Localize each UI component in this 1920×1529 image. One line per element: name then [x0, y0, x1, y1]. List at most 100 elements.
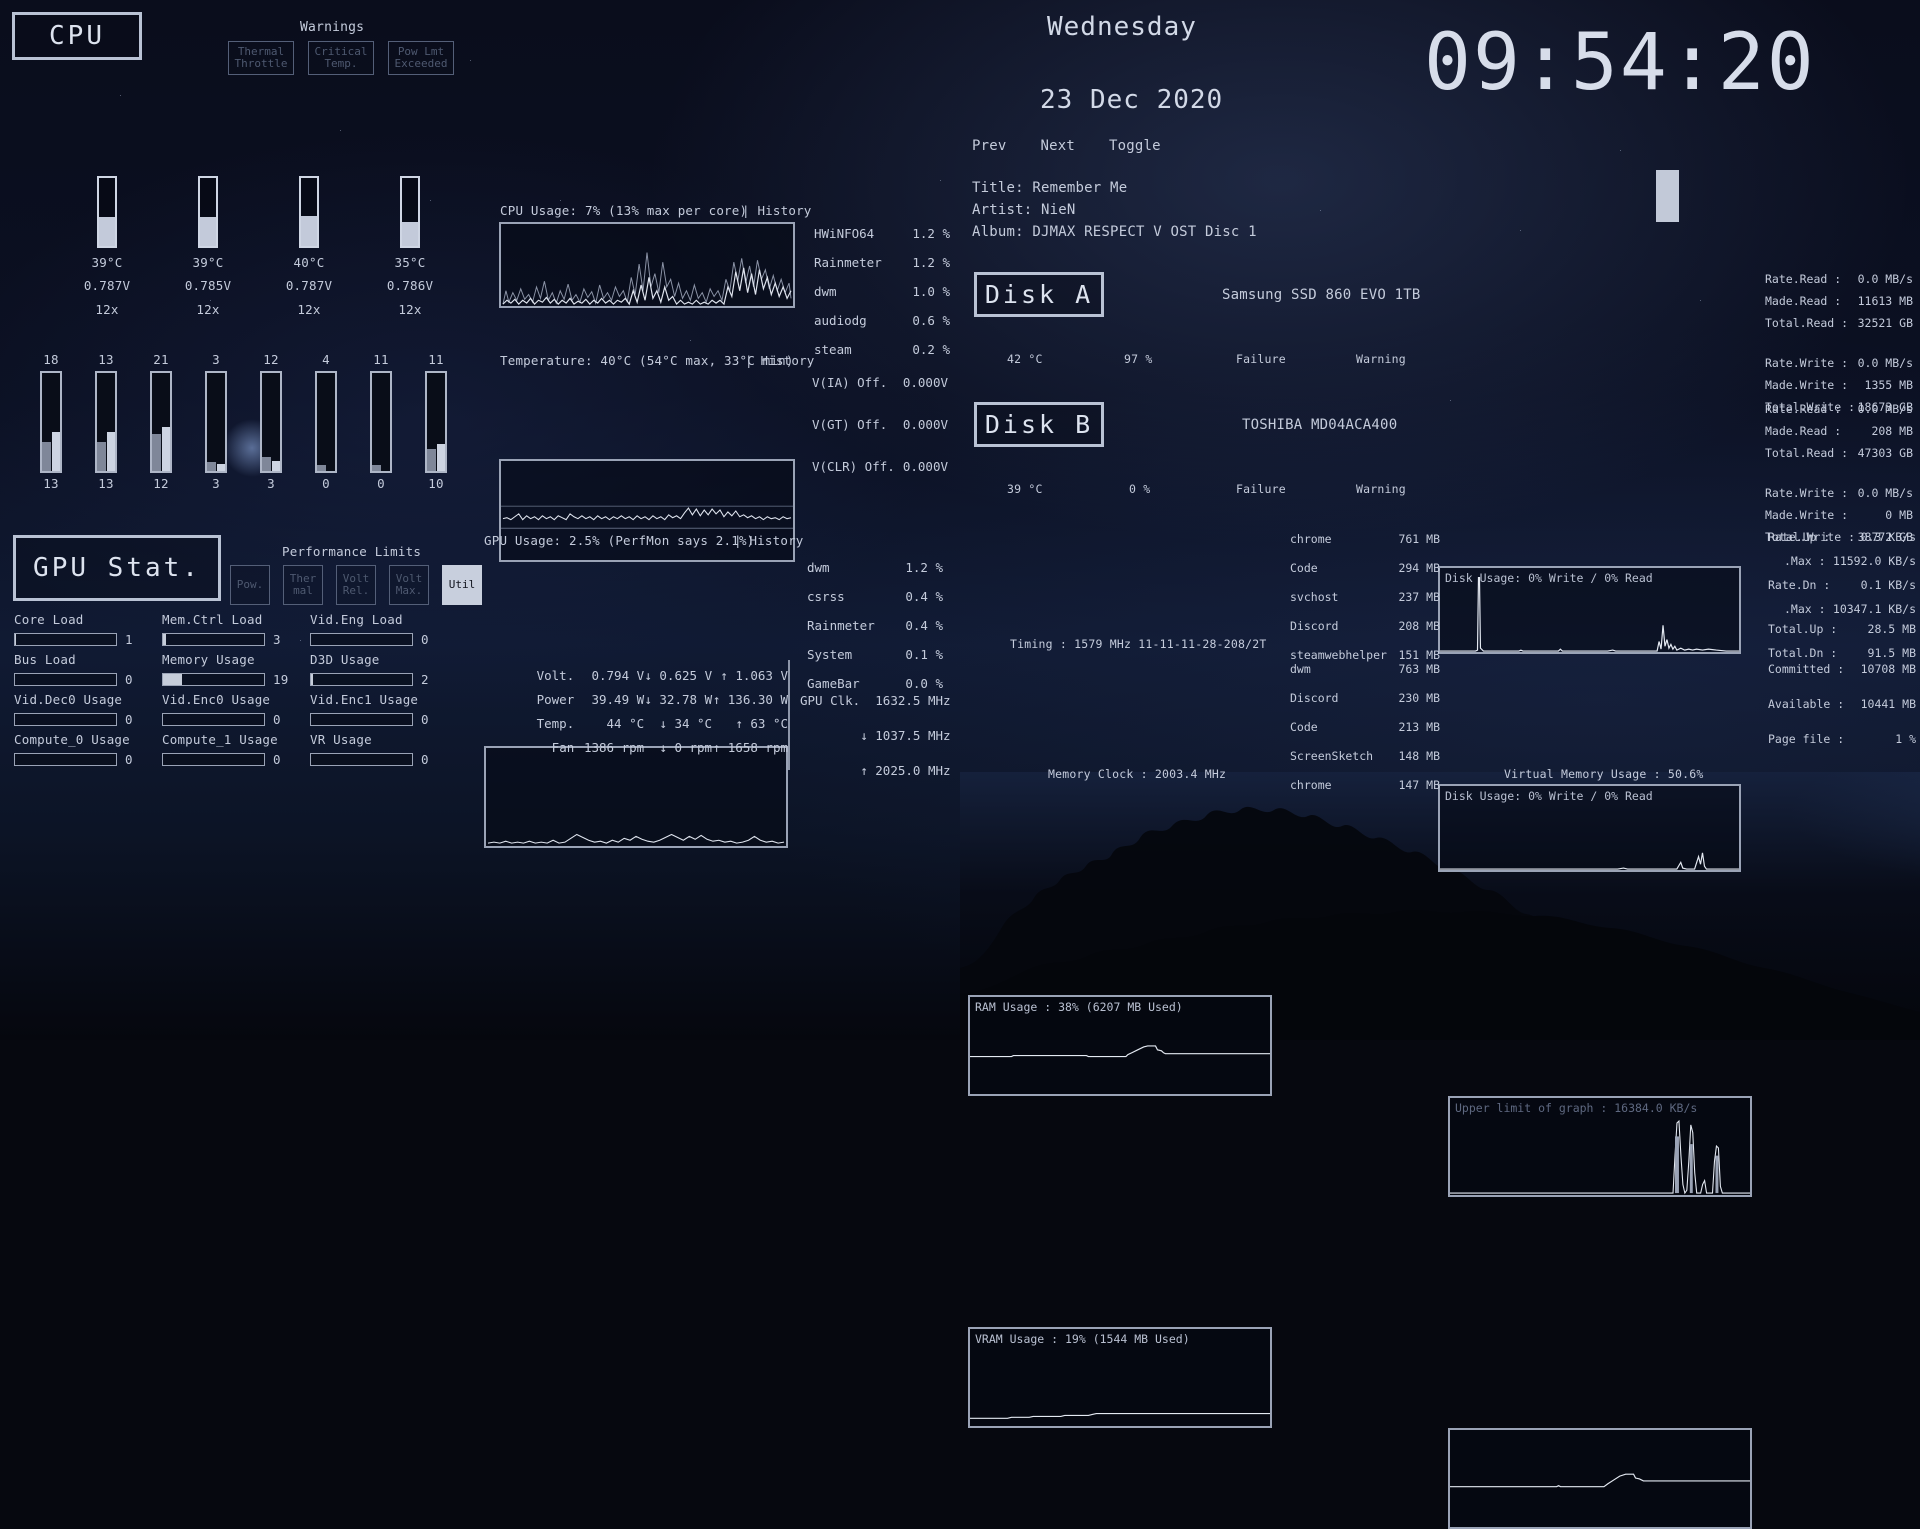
cpu-core-temp-gauge — [400, 176, 420, 248]
gpu-stat-label: Power — [536, 692, 575, 707]
ram-process-table: chrome 761 MB Code 294 MB svchost 237 MB Di… — [1290, 532, 1440, 671]
table-row: chrome 761 MB — [1290, 532, 1440, 561]
cpu-core-temp-item: 39°C 0.785V 12x — [153, 176, 263, 317]
cpu-warning-power-limit[interactable]: Pow Lmt Exceeded — [388, 41, 454, 75]
disk-a-usage-graph: Disk Usage: 0% Write / 0% Read — [1438, 566, 1741, 654]
disk-a-stat-label: Rate.Read : — [1765, 272, 1842, 286]
table-row: dwm 1.0 % — [814, 284, 950, 311]
ram-usage-graph: RAM Usage : 38% (6207 MB Used) — [968, 995, 1272, 1096]
network-stat-label: Rate.Up : — [1768, 530, 1831, 544]
gpu-meter-value: 0 — [125, 712, 133, 727]
disk-b-stat-label: Rate.Write : — [1765, 486, 1849, 500]
cpu-core-load-bottom-value: 10 — [428, 476, 444, 491]
table-row: Rainmeter 1.2 % — [814, 255, 950, 282]
gpu-meter-value: 0 — [125, 672, 133, 687]
cpu-core-temp-gauge — [97, 176, 117, 248]
table-row: Rate.Read : 0.0 MB/s — [1765, 272, 1913, 294]
cpu-core-load-gauge — [315, 371, 337, 473]
gpu-process-value: 0.4 % — [905, 618, 943, 633]
table-row: Total.Up : 28.5 MB — [1768, 622, 1916, 646]
cpu-core-voltage-value: 0.787V — [83, 278, 131, 293]
cpu-process-value: 1.0 % — [912, 284, 950, 299]
disk-b-warning-status: Warning — [1356, 482, 1406, 496]
gpu-perf-limit-power[interactable]: Pow. — [230, 565, 270, 605]
gpu-title-box: GPU Stat. — [13, 535, 221, 601]
gpu-meter-value: 0 — [273, 752, 281, 767]
gpu-process-name: System — [807, 647, 853, 662]
ram-process-name: Discord — [1290, 619, 1339, 633]
table-row: ↓ 1037.5 MHz — [800, 728, 950, 763]
gpu-usage-history-toggle[interactable]: | History — [734, 533, 804, 548]
virtual-memory-value: 1 % — [1895, 732, 1916, 746]
network-rate-table: Rate.Up : 0.3 KB/s .Max : 11592.0 KB/s Rat… — [1768, 530, 1916, 625]
gpu-meter-value: 0 — [421, 752, 429, 767]
gpu-meter-bar — [310, 713, 413, 726]
gpu-clock-label: GPU Clk. — [800, 693, 861, 708]
media-toggle-button[interactable]: Toggle — [1109, 138, 1161, 154]
disk-a-stat-value: 32521 GB — [1857, 316, 1913, 330]
gpu-meter-value: 3 — [273, 632, 281, 647]
gpu-meter-label: D3D Usage — [310, 652, 380, 667]
table-row: Code 213 MB — [1290, 720, 1440, 749]
gpu-meter: Vid.Enc0 Usage 0 — [162, 692, 312, 727]
table-row: Rate.Read : 0.0 MB/s — [1765, 402, 1913, 424]
cpu-core-temp-value: 35°C — [394, 255, 426, 270]
network-graph-caption: Upper limit of graph : 16384.0 KB/s — [1455, 1101, 1698, 1115]
table-row: Rate.Write : 0.0 MB/s — [1765, 486, 1913, 508]
cpu-warning-critical-temp[interactable]: Critical Temp. — [308, 41, 374, 75]
table-row: Total.Read : 32521 GB — [1765, 316, 1913, 356]
gpu-perf-limit-util[interactable]: Util — [442, 565, 482, 605]
table-row: Discord 208 MB — [1290, 619, 1440, 648]
ram-process-value: 237 MB — [1398, 590, 1440, 604]
cpu-core-load-item: 18 13 — [24, 352, 78, 491]
gpu-process-name: Rainmeter — [807, 618, 875, 633]
media-next-button[interactable]: Next — [1041, 138, 1076, 154]
cpu-usage-history-toggle[interactable]: | History — [742, 203, 812, 218]
cpu-warning-thermal-throttle[interactable]: Thermal Throttle — [228, 41, 294, 75]
table-row: Rate.Up : 0.3 KB/s — [1768, 530, 1916, 554]
disk-b-stat-value: 47303 GB — [1857, 446, 1913, 460]
table-row: Code 294 MB — [1290, 561, 1440, 590]
disk-a-stat-value: 11613 MB — [1857, 294, 1913, 308]
gpu-meter-bar — [310, 753, 413, 766]
cpu-process-value: 1.2 % — [912, 226, 950, 241]
table-row: Temp. 44 °C ↓ 34 °C ↑ 63 °C — [510, 716, 788, 740]
clock-time: 09:54:20 — [1424, 18, 1816, 108]
virtual-memory-value: 10708 MB — [1860, 662, 1916, 676]
gpu-perf-limit-volt-rel[interactable]: Volt Rel. — [336, 565, 376, 605]
disk-a-stat-value: 0.0 MB/s — [1857, 272, 1913, 286]
gpu-meter-bar — [14, 673, 117, 686]
gpu-meter-bar — [310, 673, 413, 686]
cpu-process-name: steam — [814, 342, 852, 357]
gpu-stat-min: ↓ 0 rpm — [659, 740, 713, 755]
virtual-memory-footer: Virtual Memory Usage : 50.6% — [1504, 767, 1704, 781]
cpu-title-label: CPU — [49, 21, 105, 51]
volume-indicator-bar[interactable] — [1656, 170, 1679, 222]
cpu-core-load-item: 4 0 — [299, 352, 353, 491]
virtual-memory-label: Available : — [1768, 697, 1845, 711]
cpu-core-load-bottom-value: 3 — [267, 476, 275, 491]
cpu-core-multiplier-value: 12x — [95, 302, 119, 317]
cpu-core-temp-value: 40°C — [293, 255, 325, 270]
gpu-meter: Vid.Eng Load 0 — [310, 612, 460, 647]
vram-process-value: 148 MB — [1398, 749, 1440, 763]
cpu-core-load-item: 11 10 — [409, 352, 463, 491]
vram-process-name: ScreenSketch — [1290, 749, 1374, 763]
table-row: Rate.Dn : 0.1 KB/s — [1768, 578, 1916, 602]
disk-b-usage-graph: Disk Usage: 0% Write / 0% Read — [1438, 784, 1741, 872]
table-row: svchost 237 MB — [1290, 590, 1440, 619]
vram-process-name: chrome — [1290, 778, 1332, 792]
disk-a-stat-label: Rate.Write : — [1765, 356, 1849, 370]
ram-process-value: 761 MB — [1398, 532, 1440, 546]
network-stat-value: 0.3 KB/s — [1860, 530, 1916, 544]
disk-a-model: Samsung SSD 860 EVO 1TB — [1222, 287, 1421, 303]
gpu-meter-bar — [162, 753, 265, 766]
disk-b-stat-value: 0.0 MB/s — [1857, 402, 1913, 416]
disk-b-stat-label: Total.Read : — [1765, 446, 1849, 460]
disk-b-stat-value: 0.0 MB/s — [1857, 486, 1913, 500]
media-prev-button[interactable]: Prev — [972, 138, 1007, 154]
gpu-perf-limit-thermal[interactable]: Ther mal — [283, 565, 323, 605]
cpu-temperature-history-toggle[interactable]: | History — [745, 353, 815, 368]
cpu-core-load-item: 21 12 — [134, 352, 188, 491]
gpu-perf-limit-volt-max[interactable]: Volt Max. — [389, 565, 429, 605]
